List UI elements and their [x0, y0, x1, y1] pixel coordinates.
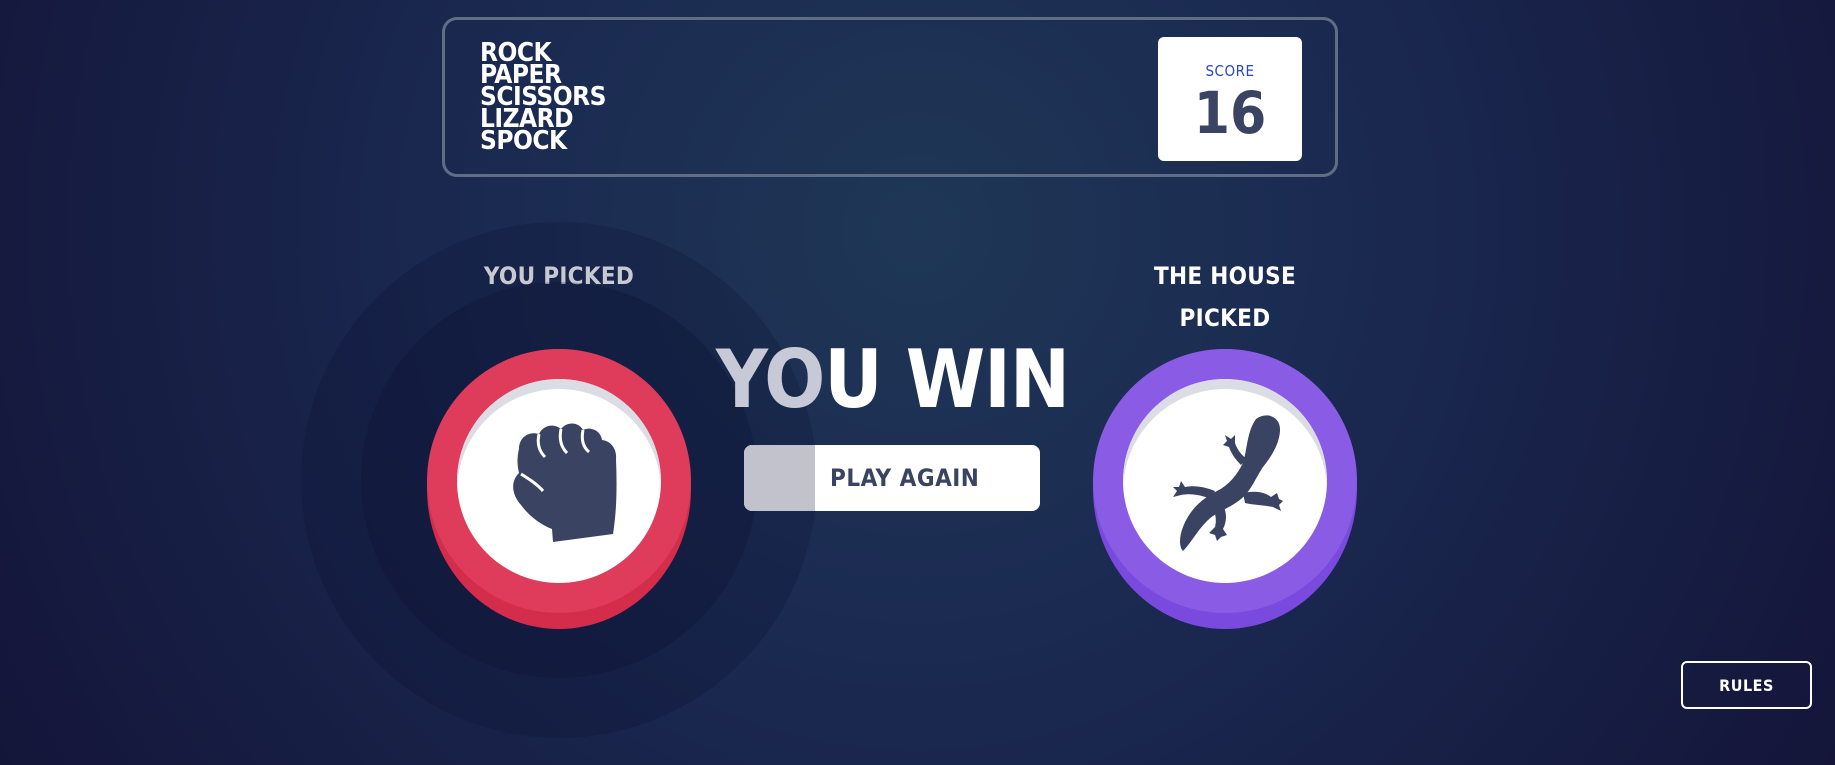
rock-token-face [457, 379, 661, 583]
play-again-hover-shade [744, 445, 815, 511]
player-pick-label: YOU PICKED [483, 262, 635, 290]
house-pick-label: THE HOUSE PICKED [1110, 255, 1340, 339]
result-text-dim-part: YO [715, 333, 825, 426]
lizard-token-face [1123, 379, 1327, 583]
play-again-button[interactable]: PLAY AGAIN [744, 445, 1040, 511]
score-box: SCORE 16 [1158, 37, 1302, 161]
play-again-label: PLAY AGAIN [830, 464, 980, 492]
score-label: SCORE [1205, 62, 1255, 80]
score-value: 16 [1193, 79, 1267, 147]
result-text-rest: U WIN [824, 333, 1070, 426]
result-text: YOU WIN [700, 325, 1085, 435]
house-pick-label-line2: PICKED [1179, 304, 1271, 332]
house-pick-label-line1: THE HOUSE [1153, 262, 1297, 290]
title-line-spock: SPOCK [480, 126, 567, 156]
house-token-lizard [1093, 349, 1357, 629]
lizard-icon [1173, 415, 1283, 551]
game-title: ROCK PAPER SCISSORS LIZARD SPOCK [480, 40, 606, 156]
rules-button[interactable]: RULES [1681, 661, 1812, 709]
game-header: ROCK PAPER SCISSORS LIZARD SPOCK SCORE 1… [442, 17, 1338, 177]
player-token-rock [427, 349, 691, 629]
rock-fist-icon [513, 423, 617, 542]
